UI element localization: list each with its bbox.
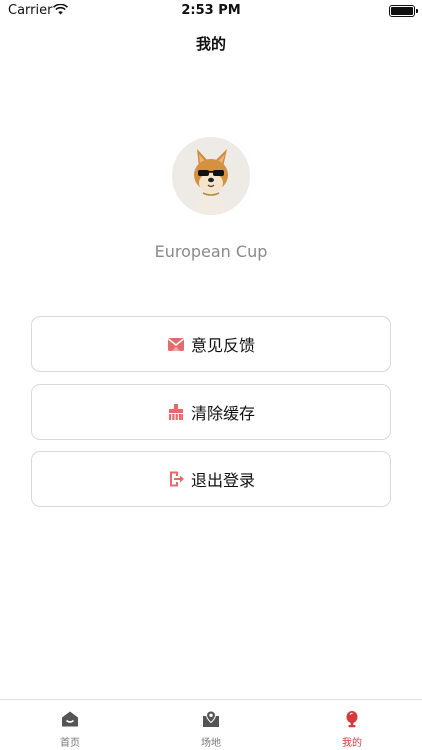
feedback-label: 意见反馈: [190, 336, 255, 355]
clear-cache-label: 清除缓存: [190, 404, 255, 423]
tab-venues-label: 场地: [201, 738, 221, 749]
feedback-button[interactable]: 意见反馈: [31, 316, 391, 372]
broom-icon: [167, 403, 185, 421]
tab-mine-label: 我的: [342, 738, 362, 749]
avatar[interactable]: [172, 137, 250, 215]
tab-bar: 首页 场地 我的: [0, 699, 422, 750]
tab-home[interactable]: 首页: [0, 700, 140, 750]
clear-cache-button[interactable]: 清除缓存: [31, 384, 391, 440]
tab-venues[interactable]: 场地: [141, 700, 281, 750]
tab-home-label: 首页: [60, 738, 80, 749]
home-icon: [62, 711, 78, 727]
clock: 2:53 PM: [181, 3, 241, 18]
tab-mine[interactable]: 我的: [282, 700, 422, 750]
dog-avatar-image: [172, 137, 250, 215]
status-bar: Carrier 2:53 PM: [0, 0, 422, 22]
page-title: 我的: [195, 35, 226, 53]
logout-label: 退出登录: [190, 471, 255, 490]
trophy-icon: [346, 711, 358, 728]
logout-icon: [167, 470, 185, 488]
location-icon: [203, 710, 219, 727]
envelope-icon: [167, 335, 185, 353]
battery-icon: [389, 5, 418, 17]
logout-button[interactable]: 退出登录: [31, 451, 391, 507]
profile-name: European Cup: [154, 242, 268, 261]
